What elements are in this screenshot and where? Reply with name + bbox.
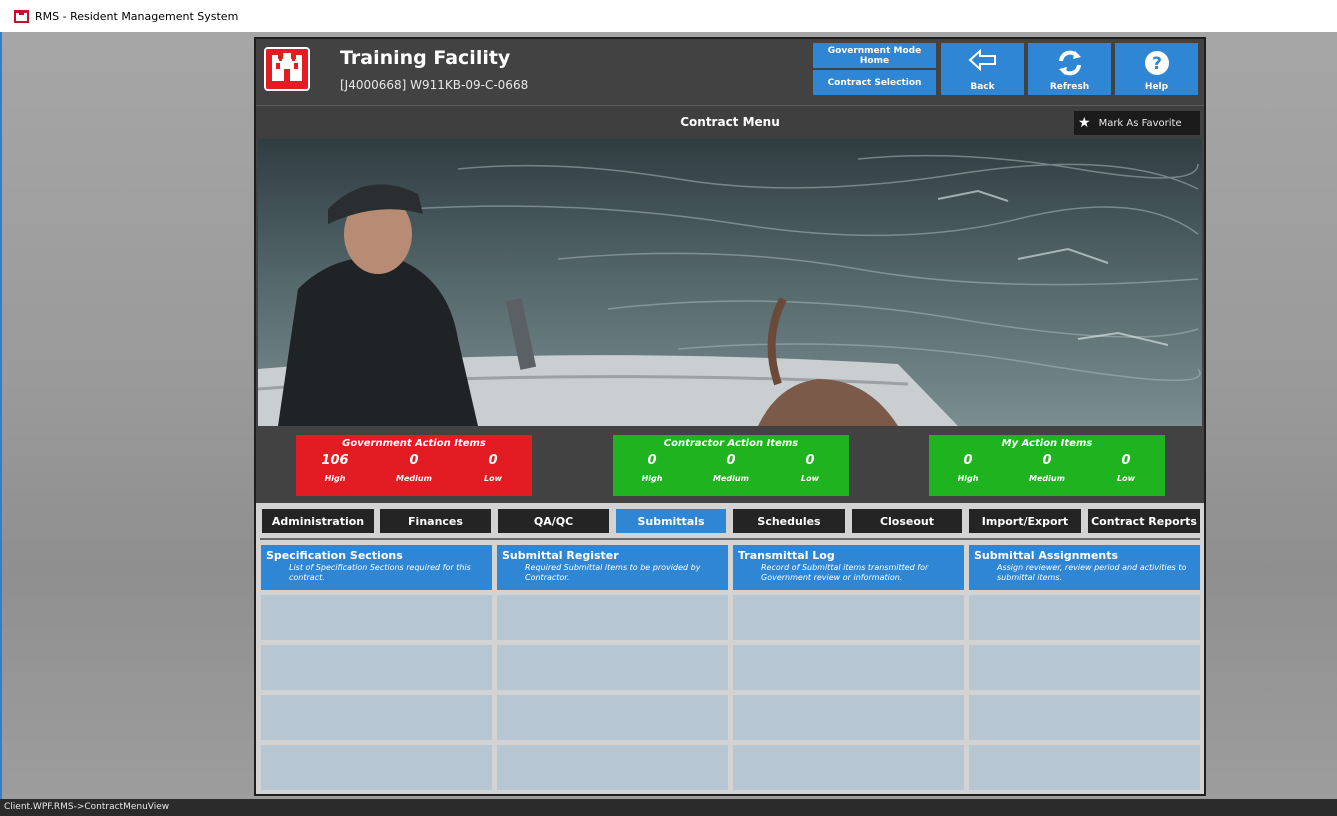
tab-contract-reports[interactable]: Contract Reports xyxy=(1088,509,1200,533)
submenu-area: Administration Finances QA/QC Submittals… xyxy=(256,503,1204,794)
empty-menu-slot xyxy=(497,745,728,790)
mark-as-favorite-button[interactable]: ★ Mark As Favorite xyxy=(1074,111,1200,135)
government-mode-home-button[interactable]: Government Mode Home xyxy=(813,43,936,68)
help-icon: ? xyxy=(1144,51,1169,75)
empty-menu-slot xyxy=(969,595,1200,640)
tab-divider xyxy=(260,538,1200,540)
government-action-items-card[interactable]: Government Action Items 106 High 0 Medium … xyxy=(296,435,532,496)
window-titlebar: RMS - Resident Management System xyxy=(0,0,1337,32)
high-label: High xyxy=(957,474,979,483)
menu-item-transmittal-log[interactable]: Transmittal Log Record of Submittal item… xyxy=(733,545,964,590)
help-label: Help xyxy=(1144,82,1169,92)
action-card-title: My Action Items xyxy=(1001,438,1093,449)
medium-label: Medium xyxy=(396,474,432,483)
tab-import-export[interactable]: Import/Export xyxy=(969,509,1081,533)
tab-finances[interactable]: Finances xyxy=(380,509,491,533)
contract-menu-panel: Training Facility [J4000668] W911KB-09-C… xyxy=(254,37,1206,796)
facility-title: Training Facility xyxy=(340,47,511,69)
menu-item-title: Submittal Assignments xyxy=(974,549,1119,562)
arrow-left-icon xyxy=(968,49,996,71)
high-label: High xyxy=(324,474,346,483)
tab-administration[interactable]: Administration xyxy=(262,509,374,533)
empty-menu-slot xyxy=(733,695,964,740)
favorite-label: Mark As Favorite xyxy=(1098,117,1182,129)
empty-menu-slot xyxy=(969,745,1200,790)
menu-item-description: Required Submittal items to be provided … xyxy=(525,563,701,582)
tab-qa-qc[interactable]: QA/QC xyxy=(498,509,609,533)
menu-item-description: List of Specification Sections required … xyxy=(289,563,471,582)
empty-menu-slot xyxy=(261,695,492,740)
tab-closeout[interactable]: Closeout xyxy=(852,509,962,533)
menu-item-submittal-assignments[interactable]: Submittal Assignments Assign reviewer, r… xyxy=(969,545,1200,590)
refresh-label: Refresh xyxy=(1049,82,1090,92)
contractor-action-items-card[interactable]: Contractor Action Items 0 High 0 Medium 0 L… xyxy=(613,435,849,496)
star-icon: ★ xyxy=(1078,115,1091,131)
menu-item-title: Transmittal Log xyxy=(738,549,835,562)
contract-menu-bar: Contract Menu ★ Mark As Favorite xyxy=(256,105,1204,139)
empty-menu-slot xyxy=(261,645,492,690)
back-button[interactable]: Back xyxy=(941,43,1024,95)
medium-count: 0 xyxy=(726,453,736,468)
low-count: 0 xyxy=(488,453,498,468)
high-count: 0 xyxy=(963,453,973,468)
high-count: 0 xyxy=(647,453,657,468)
action-items-area: Government Action Items 106 High 0 Medium … xyxy=(256,429,1204,503)
tab-submittals[interactable]: Submittals xyxy=(616,509,726,533)
menu-item-title: Specification Sections xyxy=(266,549,403,562)
contract-selection-button[interactable]: Contract Selection xyxy=(813,70,936,95)
low-label: Low xyxy=(801,474,819,483)
empty-menu-slot xyxy=(969,695,1200,740)
refresh-icon xyxy=(1058,50,1081,76)
menu-item-submittal-register[interactable]: Submittal Register Required Submittal it… xyxy=(497,545,728,590)
empty-menu-slot xyxy=(261,595,492,640)
menu-item-description: Record of Submittal items transmitted fo… xyxy=(761,563,929,582)
low-label: Low xyxy=(1117,474,1135,483)
status-bar: Client.WPF.RMS->ContractMenuView xyxy=(0,799,1337,816)
low-count: 0 xyxy=(1121,453,1131,468)
refresh-button[interactable]: Refresh xyxy=(1028,43,1111,95)
medium-label: Medium xyxy=(1029,474,1065,483)
menu-item-title: Submittal Register xyxy=(502,549,619,562)
empty-menu-slot xyxy=(733,645,964,690)
help-button[interactable]: ? Help xyxy=(1115,43,1198,95)
empty-menu-slot xyxy=(497,645,728,690)
medium-count: 0 xyxy=(1042,453,1052,468)
medium-count: 0 xyxy=(409,453,419,468)
page-title: Contract Menu xyxy=(680,115,780,129)
empty-menu-slot xyxy=(497,595,728,640)
castle-logo-icon xyxy=(14,9,29,23)
my-action-items-card[interactable]: My Action Items 0 High 0 Medium 0 Low xyxy=(929,435,1165,496)
empty-menu-slot xyxy=(733,595,964,640)
high-count: 106 xyxy=(321,453,349,468)
window-title: RMS - Resident Management System xyxy=(35,9,239,23)
contract-id: [J4000668] W911KB-09-C-0668 xyxy=(340,78,529,92)
action-card-title: Contractor Action Items xyxy=(663,438,799,449)
menu-item-description: Assign reviewer, review period and activ… xyxy=(997,563,1187,582)
low-count: 0 xyxy=(805,453,815,468)
empty-menu-slot xyxy=(261,745,492,790)
svg-text:?: ? xyxy=(1152,54,1162,74)
empty-menu-slot xyxy=(497,695,728,740)
low-label: Low xyxy=(484,474,502,483)
tab-schedules[interactable]: Schedules xyxy=(733,509,845,533)
castle-logo-icon xyxy=(264,47,310,91)
back-label: Back xyxy=(970,82,995,92)
empty-menu-slot xyxy=(733,745,964,790)
empty-menu-slot xyxy=(969,645,1200,690)
medium-label: Medium xyxy=(713,474,749,483)
menu-item-specification-sections[interactable]: Specification Sections List of Specifica… xyxy=(261,545,492,590)
high-label: High xyxy=(641,474,663,483)
action-card-title: Government Action Items xyxy=(342,438,486,449)
banner-photo xyxy=(258,139,1202,426)
